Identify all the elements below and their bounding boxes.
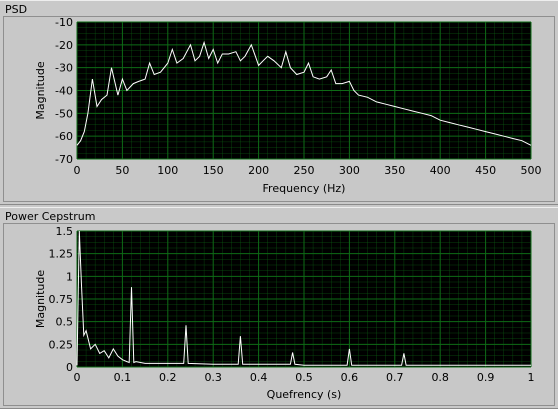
psd-graph[interactable]: 0 50 100 150 200 250 300 350 400 450 500 -10 -20 -30 -… bbox=[4, 17, 554, 201]
cepstrum-x-axis-label: Quefrency (s) bbox=[267, 388, 342, 401]
psd-y-tick-label: -10 bbox=[55, 17, 73, 29]
cepstrum-x-tick-label: 1 bbox=[528, 371, 535, 384]
psd-x-tick-label: 300 bbox=[339, 164, 360, 177]
cepstrum-x-tick-label: 0.5 bbox=[295, 371, 313, 384]
psd-plot-frame: 0 50 100 150 200 250 300 350 400 450 500 -10 -20 -30 -… bbox=[3, 16, 555, 202]
psd-x-tick-label: 500 bbox=[521, 164, 542, 177]
psd-y-tick-label: -50 bbox=[55, 107, 73, 120]
cepstrum-y-axis-label: Magnitude bbox=[34, 270, 47, 329]
psd-y-tick-label: -20 bbox=[55, 39, 73, 52]
app-window: PSD 0 50 100 150 200 250 300 350 400 450 500 -10 -20… bbox=[0, 0, 558, 409]
psd-panel-title: PSD bbox=[5, 3, 28, 16]
cepstrum-panel: Power Cepstrum 0 0.1 0.2 0.3 0.4 0.5 0.6 0.7 0.8… bbox=[0, 207, 558, 409]
psd-x-tick-label: 450 bbox=[475, 164, 496, 177]
cepstrum-x-tick-label: 0.1 bbox=[114, 371, 132, 384]
psd-x-axis-label: Frequency (Hz) bbox=[263, 182, 346, 195]
cepstrum-y-tick-label: 1.5 bbox=[56, 225, 74, 238]
psd-y-tick-label: -70 bbox=[55, 153, 73, 166]
psd-y-tick-label: -30 bbox=[55, 62, 73, 75]
psd-x-tick-label: 150 bbox=[203, 164, 224, 177]
cepstrum-x-tick-label: 0.2 bbox=[159, 371, 177, 384]
cepstrum-x-tick-label: 0.9 bbox=[477, 371, 495, 384]
cepstrum-x-tick-label: 0.3 bbox=[204, 371, 222, 384]
cepstrum-x-tick-label: 0.4 bbox=[250, 371, 268, 384]
psd-panel: PSD 0 50 100 150 200 250 300 350 400 450 500 -10 -20… bbox=[0, 0, 558, 205]
psd-x-tick-label: 350 bbox=[384, 164, 405, 177]
psd-x-tick-label: 50 bbox=[115, 164, 129, 177]
cepstrum-plot-frame: 0 0.1 0.2 0.3 0.4 0.5 0.6 0.7 0.8 0.9 1 1.5 1.25 1 0.7… bbox=[3, 223, 555, 406]
cepstrum-panel-title: Power Cepstrum bbox=[5, 210, 96, 223]
cepstrum-x-tick-label: 0.8 bbox=[431, 371, 449, 384]
psd-x-tick-label: 100 bbox=[157, 164, 178, 177]
psd-x-tick-label: 200 bbox=[248, 164, 269, 177]
cepstrum-y-tick-label: 1.25 bbox=[49, 248, 74, 261]
psd-y-tick-label: -60 bbox=[55, 130, 73, 143]
cepstrum-y-tick-label: 0.25 bbox=[49, 338, 74, 351]
cepstrum-y-tick-label: 0 bbox=[66, 361, 73, 374]
psd-y-tick-label: -40 bbox=[55, 85, 73, 98]
cepstrum-y-tick-label: 0.75 bbox=[49, 293, 74, 306]
cepstrum-x-tick-label: 0.6 bbox=[341, 371, 359, 384]
psd-x-tick-label: 250 bbox=[294, 164, 315, 177]
psd-y-axis-label: Magnitude bbox=[34, 61, 47, 120]
cepstrum-x-tick-label: 0 bbox=[74, 371, 81, 384]
psd-x-tick-label: 400 bbox=[430, 164, 451, 177]
cepstrum-graph[interactable]: 0 0.1 0.2 0.3 0.4 0.5 0.6 0.7 0.8 0.9 1 1.5 1.25 1 0.7… bbox=[4, 224, 554, 405]
cepstrum-x-tick-label: 0.7 bbox=[386, 371, 404, 384]
psd-x-tick-label: 0 bbox=[74, 164, 81, 177]
cepstrum-y-tick-label: 0.5 bbox=[56, 316, 74, 329]
cepstrum-y-tick-label: 1 bbox=[66, 270, 73, 283]
